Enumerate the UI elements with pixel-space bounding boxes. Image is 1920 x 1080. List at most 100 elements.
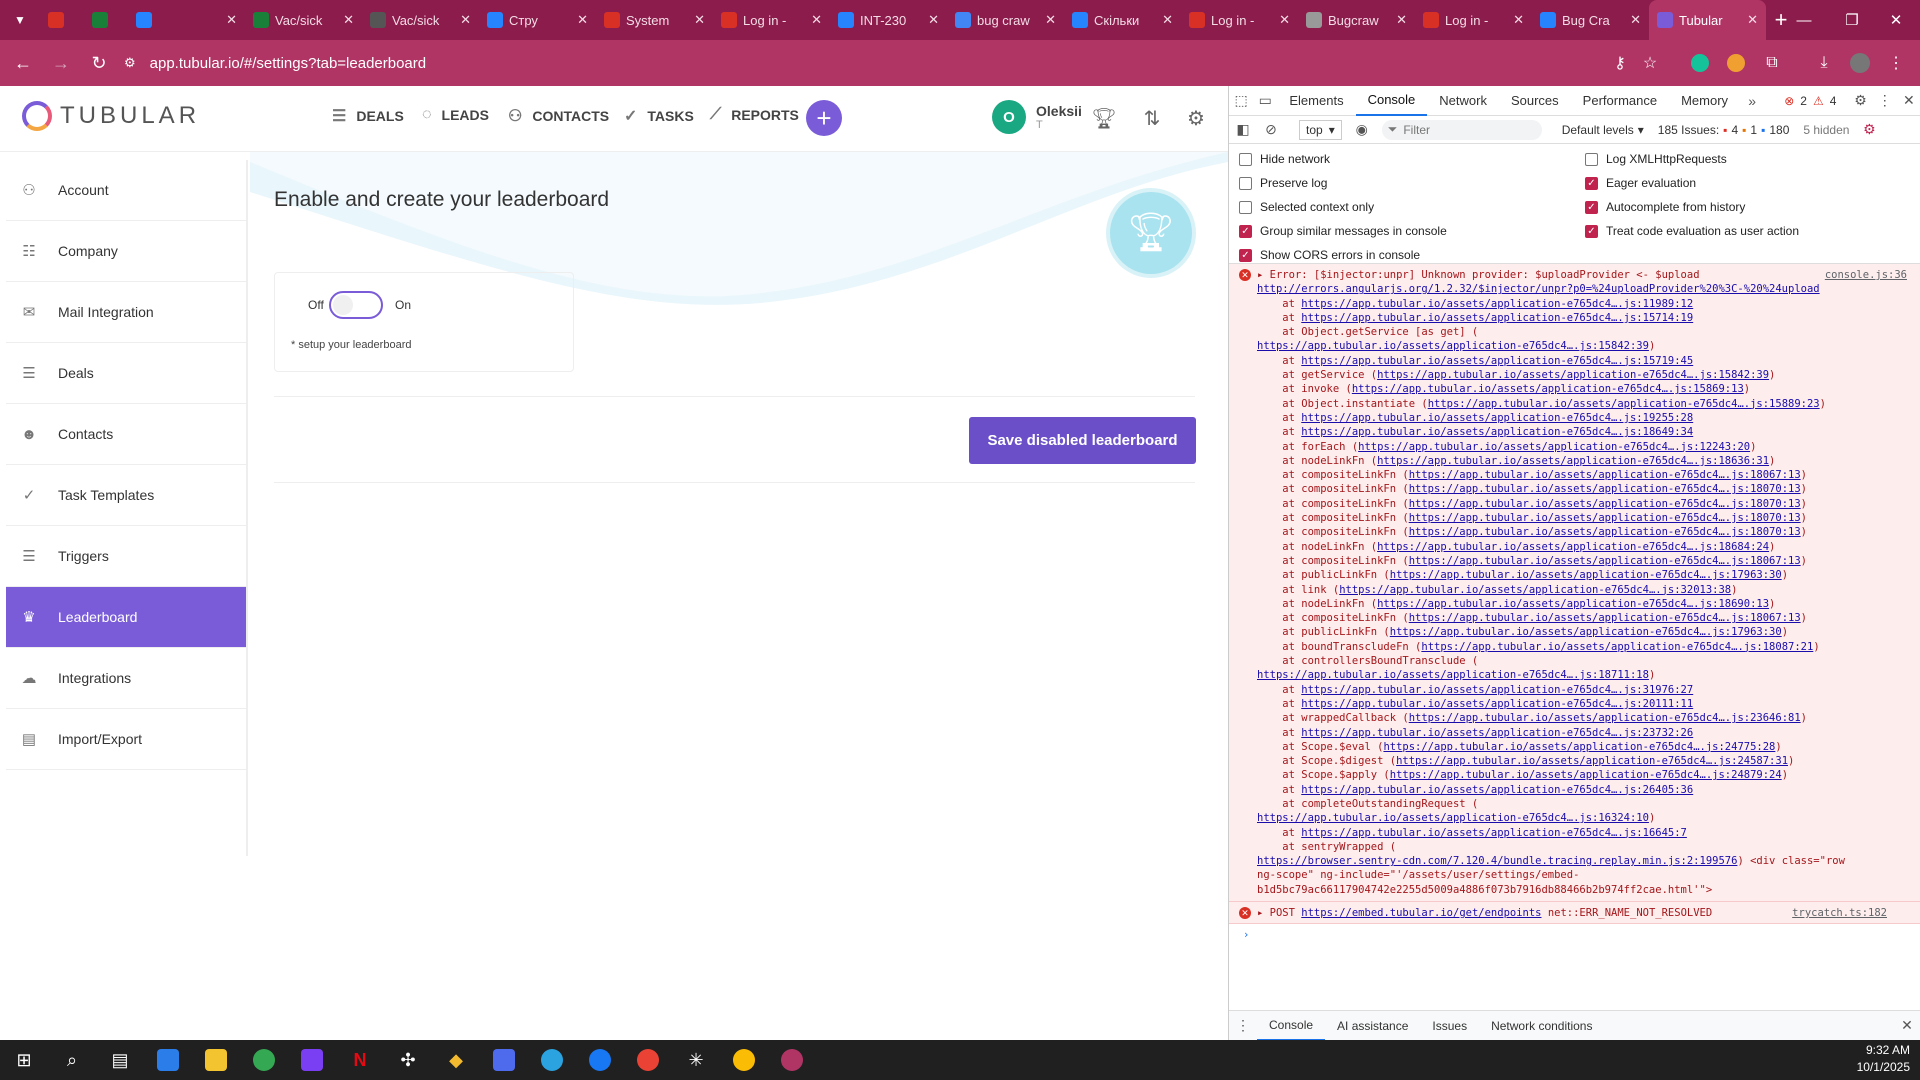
frame-link[interactable]: https://app.tubular.io/assets/applicatio… bbox=[1339, 584, 1731, 596]
forward-icon[interactable]: → bbox=[46, 48, 76, 78]
frame-link[interactable]: https://app.tubular.io/assets/applicatio… bbox=[1377, 541, 1769, 553]
browser-tab[interactable]: Log in - ✕ bbox=[1415, 0, 1532, 40]
frame-link[interactable]: https://app.tubular.io/assets/applicatio… bbox=[1301, 298, 1693, 310]
add-new-button[interactable]: + bbox=[806, 100, 842, 136]
setting-preserve-log[interactable]: Preserve log bbox=[1239, 176, 1327, 190]
frame-link[interactable]: https://app.tubular.io/assets/applicatio… bbox=[1301, 698, 1693, 710]
frame-link[interactable]: https://app.tubular.io/assets/applicatio… bbox=[1409, 555, 1801, 567]
user-menu[interactable]: O Oleksii T bbox=[992, 100, 1082, 134]
setting-log-xmlhttprequests[interactable]: Log XMLHttpRequests bbox=[1585, 152, 1727, 166]
devtools-close-icon[interactable]: ✕ bbox=[1897, 92, 1920, 109]
browser-tab[interactable]: ✕ bbox=[84, 0, 128, 40]
netflix-app-icon[interactable]: N bbox=[336, 1040, 384, 1080]
chrome-profile-icon[interactable] bbox=[768, 1040, 816, 1080]
frame-link[interactable]: https://app.tubular.io/assets/applicatio… bbox=[1257, 669, 1649, 681]
app-purple-icon[interactable] bbox=[288, 1040, 336, 1080]
frame-link[interactable]: https://app.tubular.io/assets/applicatio… bbox=[1409, 512, 1801, 524]
frame-link[interactable]: https://app.tubular.io/assets/applicatio… bbox=[1352, 383, 1744, 395]
frame-link[interactable]: https://app.tubular.io/assets/applicatio… bbox=[1301, 684, 1693, 696]
close-window-icon[interactable]: ✕ bbox=[1872, 0, 1920, 40]
store-app-icon[interactable] bbox=[144, 1040, 192, 1080]
inspect-element-icon[interactable]: ⬚ bbox=[1229, 92, 1253, 109]
windows-start-icon[interactable]: ⊞ bbox=[0, 1040, 48, 1080]
browser-tab[interactable]: Log in - ✕ bbox=[1181, 0, 1298, 40]
sidebar-toggle-icon[interactable]: ◧ bbox=[1229, 121, 1257, 138]
sidebar-item-mail-integration[interactable]: ✉ Mail Integration bbox=[6, 282, 246, 343]
reload-icon[interactable]: ↻ bbox=[84, 48, 114, 78]
frame-link[interactable]: https://app.tubular.io/assets/applicatio… bbox=[1390, 569, 1782, 581]
frame-link[interactable]: https://app.tubular.io/assets/applicatio… bbox=[1301, 827, 1687, 839]
frame-link[interactable]: https://app.tubular.io/assets/applicatio… bbox=[1421, 641, 1813, 653]
frame-link[interactable]: https://app.tubular.io/assets/applicatio… bbox=[1257, 812, 1649, 824]
tab-close-icon[interactable]: ✕ bbox=[577, 12, 588, 28]
console-filter-input[interactable]: ⏷ Filter bbox=[1381, 119, 1542, 140]
frame-link[interactable]: https://app.tubular.io/assets/applicatio… bbox=[1428, 398, 1820, 410]
browser-tab[interactable]: Стру ✕ bbox=[479, 0, 596, 40]
tab-close-icon[interactable]: ✕ bbox=[460, 12, 471, 28]
chrome-profile-icon[interactable] bbox=[720, 1040, 768, 1080]
tab-close-icon[interactable]: ✕ bbox=[1513, 12, 1524, 28]
browser-tab[interactable]: Vac/sick ✕ bbox=[245, 0, 362, 40]
checkbox[interactable]: ✓ bbox=[1585, 224, 1598, 238]
address-bar[interactable]: ⚙ app.tubular.io/#/settings?tab=leaderbo… bbox=[124, 47, 1660, 79]
context-select[interactable]: top ▾ bbox=[1299, 119, 1342, 140]
tab-close-icon[interactable]: ✕ bbox=[1747, 12, 1758, 28]
log-levels-select[interactable]: Default levels ▾ bbox=[1562, 123, 1644, 137]
clear-console-icon[interactable]: ⊘ bbox=[1257, 121, 1285, 138]
settings-gear-icon[interactable]: ⚙ bbox=[1182, 104, 1210, 132]
drawer-tab-console[interactable]: Console bbox=[1257, 1011, 1326, 1041]
frame-link[interactable]: https://app.tubular.io/assets/applicatio… bbox=[1257, 340, 1649, 352]
more-tabs-icon[interactable]: » bbox=[1740, 93, 1764, 109]
tab-elements[interactable]: Elements bbox=[1277, 86, 1355, 116]
console-error-message[interactable]: ✕ ▸ Error: [$injector:unpr] Unknown prov… bbox=[1229, 264, 1920, 903]
drawer-tab-ai-assistance[interactable]: AI assistance bbox=[1325, 1011, 1420, 1041]
drawer-menu-icon[interactable]: ⋮ bbox=[1229, 1017, 1257, 1034]
browser-tab[interactable]: bug craw ✕ bbox=[947, 0, 1064, 40]
console-settings-icon[interactable]: ⚙ bbox=[1855, 121, 1883, 138]
browser-tab[interactable]: Log in - ✕ bbox=[713, 0, 830, 40]
tab-close-icon[interactable]: ✕ bbox=[1279, 12, 1290, 28]
tab-close-icon[interactable]: ✕ bbox=[343, 12, 354, 28]
browser-tab[interactable]: Bug Cra ✕ bbox=[1532, 0, 1649, 40]
browser-menu-icon[interactable]: ⋮ bbox=[1884, 51, 1908, 75]
devtools-settings-icon[interactable]: ⚙ bbox=[1848, 92, 1872, 109]
checkbox[interactable] bbox=[1239, 176, 1252, 190]
restore-icon[interactable]: ❐ bbox=[1828, 0, 1876, 40]
profile-avatar-icon[interactable] bbox=[1848, 51, 1872, 75]
expand-triangle-icon[interactable]: ▸ bbox=[1257, 907, 1263, 919]
setting-treat-code-evaluation-as-user-action[interactable]: ✓ Treat code evaluation as user action bbox=[1585, 224, 1799, 238]
tab-performance[interactable]: Performance bbox=[1571, 86, 1669, 116]
checkbox[interactable]: ✓ bbox=[1585, 200, 1598, 214]
frame-link[interactable]: https://app.tubular.io/assets/applicatio… bbox=[1301, 784, 1693, 796]
devtools-menu-icon[interactable]: ⋮ bbox=[1873, 92, 1897, 109]
system-clock[interactable]: 9:32 AM 10/1/2025 bbox=[1790, 1042, 1910, 1076]
frame-link[interactable]: https://app.tubular.io/assets/applicatio… bbox=[1409, 526, 1801, 538]
frame-link[interactable]: https://browser.sentry-cdn.com/7.120.4/b… bbox=[1257, 855, 1737, 867]
tubular-logo[interactable]: TUBULAR bbox=[22, 101, 200, 131]
tab-close-icon[interactable]: ✕ bbox=[1396, 12, 1407, 28]
frame-link[interactable]: https://app.tubular.io/assets/applicatio… bbox=[1301, 426, 1693, 438]
frame-link[interactable]: https://app.tubular.io/assets/applicatio… bbox=[1301, 412, 1693, 424]
nav-contacts[interactable]: ⚇ CONTACTS bbox=[508, 106, 609, 126]
post-source-link[interactable]: trycatch.ts:182 bbox=[1792, 906, 1887, 920]
setting-eager-evaluation[interactable]: ✓ Eager evaluation bbox=[1585, 176, 1696, 190]
tab-close-icon[interactable]: ✕ bbox=[1045, 12, 1056, 28]
task-view-icon[interactable]: ▤ bbox=[96, 1040, 144, 1080]
checkbox[interactable]: ✓ bbox=[1585, 176, 1598, 190]
frame-link[interactable]: https://app.tubular.io/assets/applicatio… bbox=[1358, 441, 1750, 453]
error-warning-counts[interactable]: ⊗ 2 ⚠ 4 bbox=[1784, 94, 1836, 108]
checkbox[interactable]: ✓ bbox=[1239, 248, 1252, 262]
tab-close-icon[interactable]: ✕ bbox=[1630, 12, 1641, 28]
slack-app-icon[interactable]: ✳ bbox=[672, 1040, 720, 1080]
site-info-icon[interactable]: ⚙ bbox=[124, 55, 136, 71]
drawer-tab-network-conditions[interactable]: Network conditions bbox=[1479, 1011, 1604, 1041]
sort-icon[interactable]: ⇅ bbox=[1138, 104, 1166, 132]
chrome-profile-icon[interactable] bbox=[624, 1040, 672, 1080]
frame-link[interactable]: https://app.tubular.io/assets/applicatio… bbox=[1301, 727, 1693, 739]
setting-show-cors-errors-in-console[interactable]: ✓ Show CORS errors in console bbox=[1239, 248, 1420, 262]
setting-group-similar-messages-in-console[interactable]: ✓ Group similar messages in console bbox=[1239, 224, 1447, 238]
binance-app-icon[interactable]: ◆ bbox=[432, 1040, 480, 1080]
setting-autocomplete-from-history[interactable]: ✓ Autocomplete from history bbox=[1585, 200, 1745, 214]
sidebar-item-company[interactable]: ☷ Company bbox=[6, 221, 246, 282]
error-doc-link[interactable]: http://errors.angularjs.org/1.2.32/$inje… bbox=[1257, 283, 1820, 295]
